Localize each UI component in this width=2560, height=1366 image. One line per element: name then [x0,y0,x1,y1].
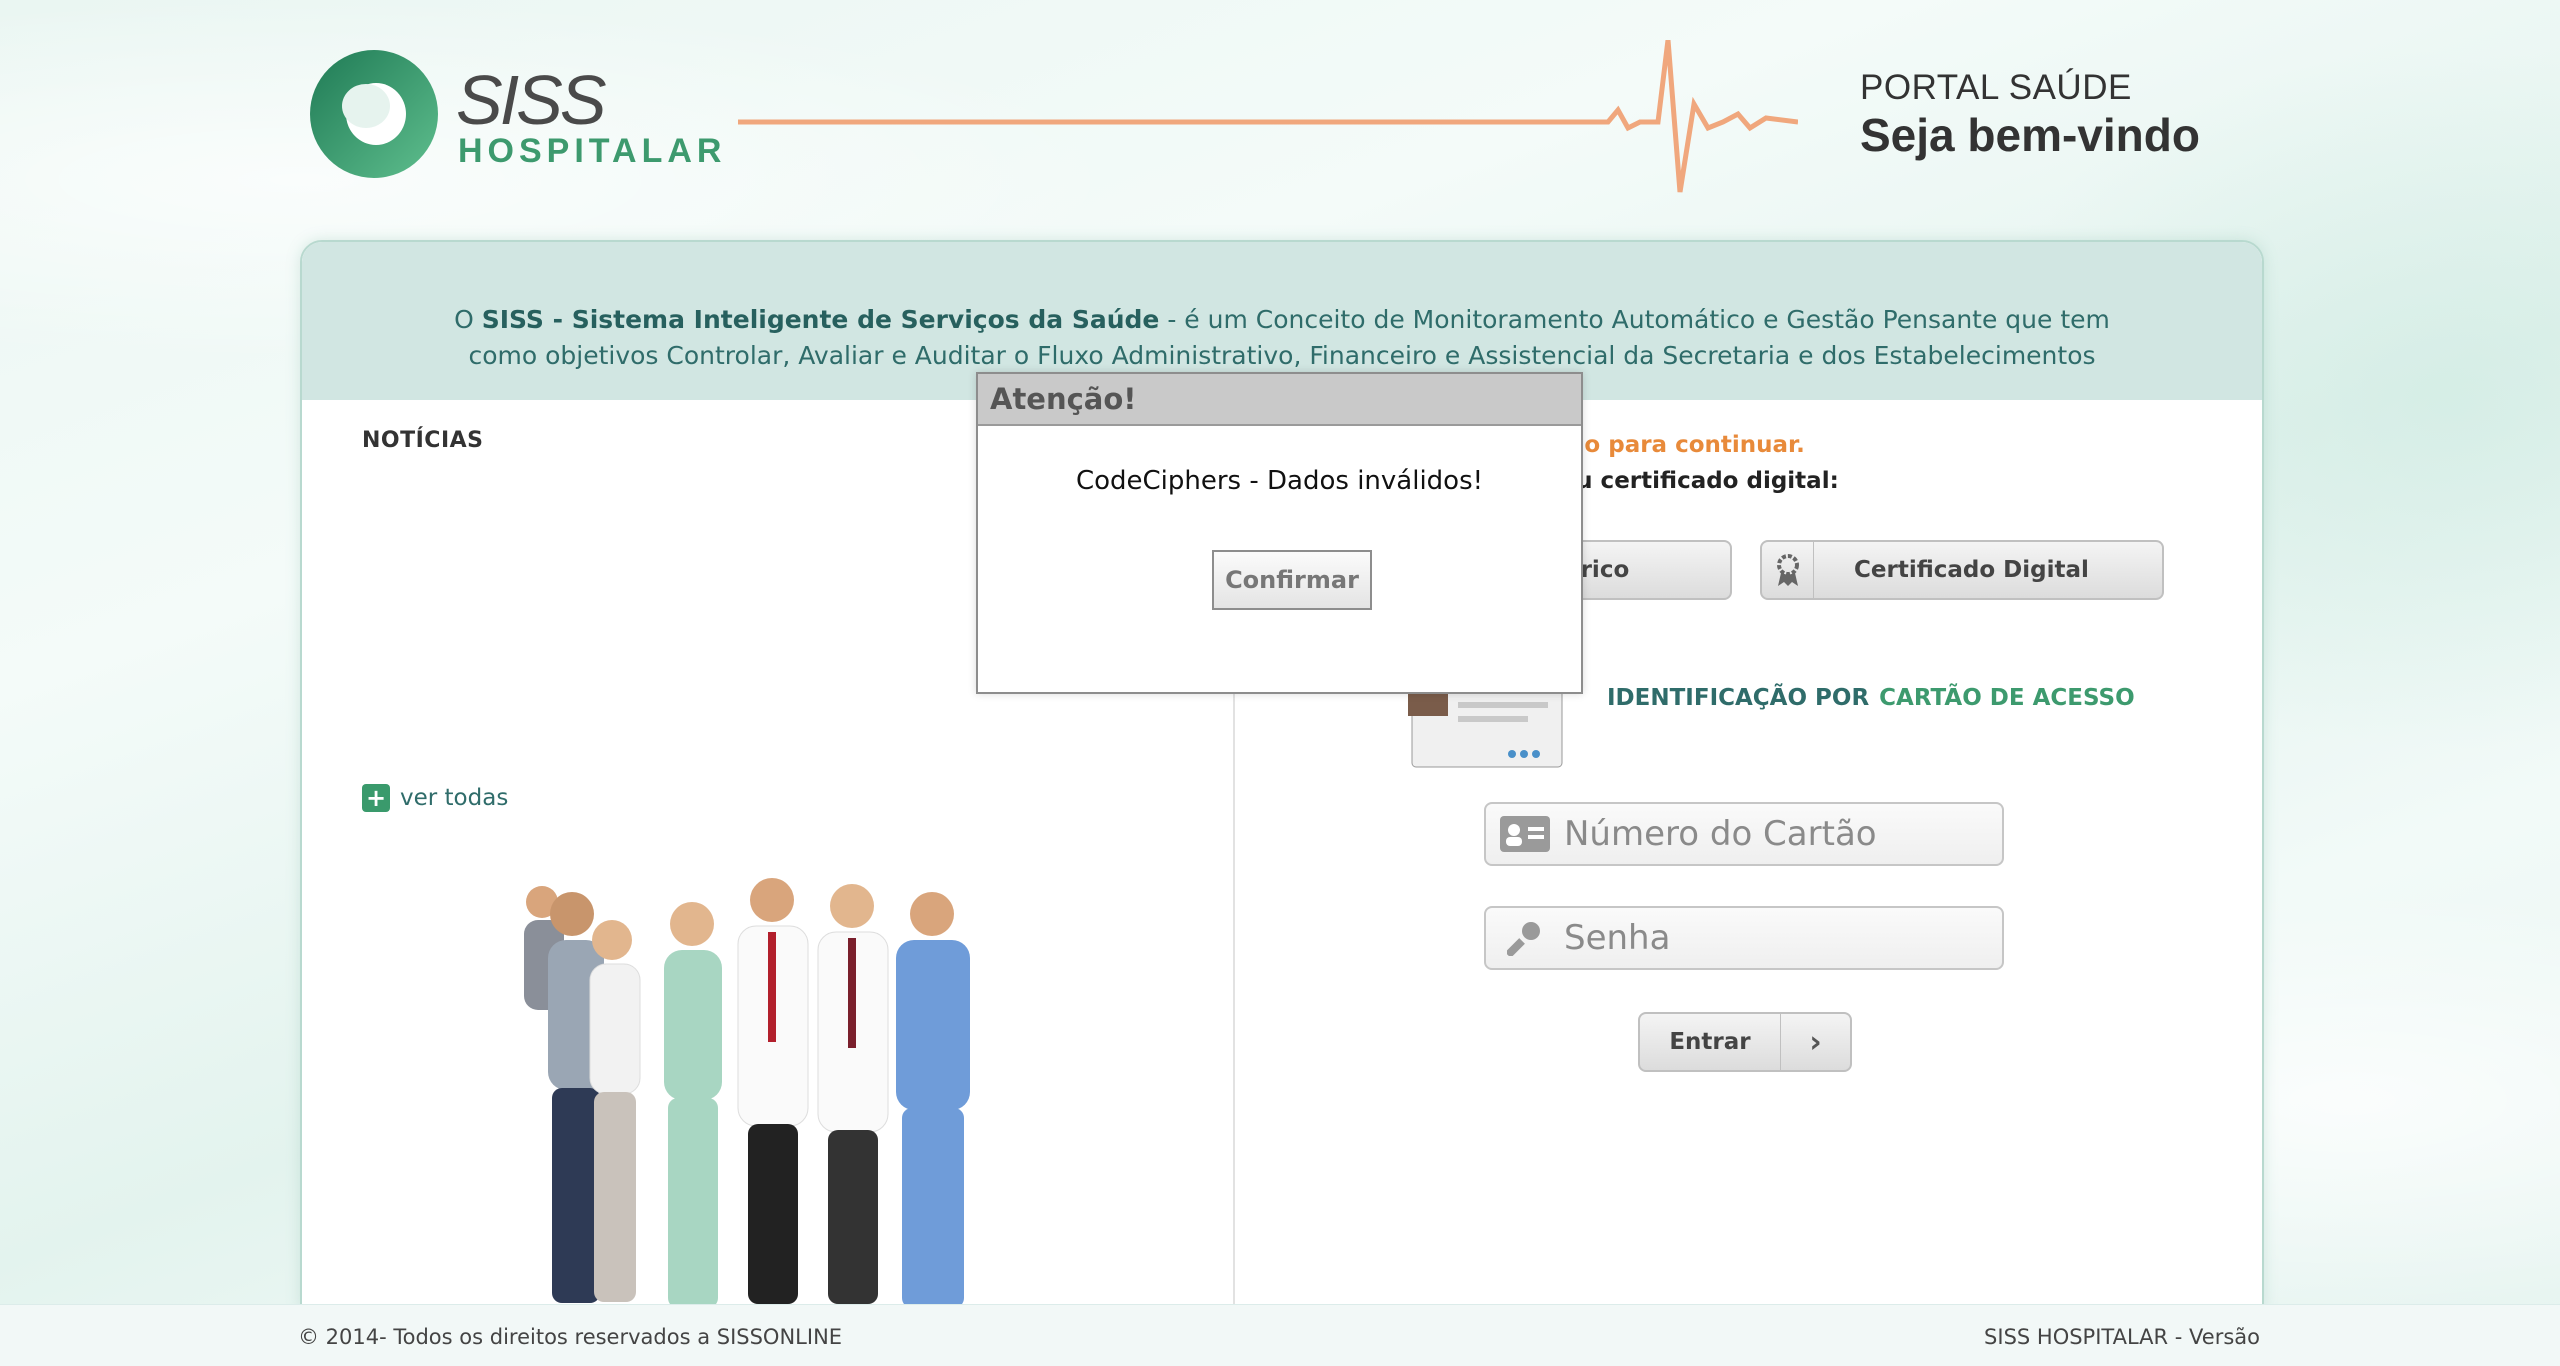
news-heading: NOTÍCIAS [362,428,484,453]
heartbeat-line-icon [738,40,1798,193]
key-icon [1486,920,1564,956]
person-doctor-1 [737,878,809,1304]
welcome-text: Seja bem-vindo [1860,109,2200,161]
logo-title: SISS [456,61,607,139]
intro-bold: SISS - Sistema Inteligente de Serviços d… [481,305,1160,334]
id-card-icon [1486,815,1564,853]
password-input[interactable] [1564,918,1984,958]
alert-dialog: Atenção! CodeCiphers - Dados inválidos! … [976,372,1583,694]
card-number-field[interactable] [1484,802,2004,866]
enter-button-label: Entrar [1669,1029,1751,1055]
logo-ring-icon [310,50,438,178]
certificate-button[interactable]: Certificado Digital [1760,540,2164,600]
card-number-input[interactable] [1564,814,1984,854]
person-family [524,886,641,1303]
version-text: SISS HOSPITALAR - Versão [1984,1325,2260,1349]
see-all-news-link[interactable]: + ver todas [362,784,508,812]
identification-label: IDENTIFICAÇÃO POR CARTÃO DE ACESSO [1607,685,2135,711]
dialog-title: Atenção! [978,374,1581,426]
identification-label-accent: CARTÃO DE ACESSO [1879,685,2135,711]
person-doctor-3 [896,892,970,1308]
plus-icon: + [362,784,390,812]
confirm-button[interactable]: Confirmar [1212,550,1372,610]
identification-label-prefix: IDENTIFICAÇÃO POR [1607,685,1870,711]
certificate-icon [1762,542,1814,598]
copyright-text: © 2014- Todos os direitos reservados a S… [298,1325,843,1349]
enter-button[interactable]: Entrar › [1638,1012,1852,1072]
see-all-label: ver todas [400,785,509,811]
siss-logo: SISS HOSPITALAR [308,48,748,183]
portal-title: PORTAL SAÚDE [1860,68,2132,107]
password-field[interactable] [1484,906,2004,970]
person-nurse [664,902,722,1308]
footer: © 2014- Todos os direitos reservados a S… [0,1304,2560,1366]
chevron-right-icon: › [1780,1014,1850,1070]
medical-team-image [524,878,970,1308]
certificate-button-label: Certificado Digital [1854,557,2089,583]
person-doctor-2 [817,884,889,1304]
intro-prefix: O [454,305,482,334]
logo-subtitle: HOSPITALAR [458,132,727,170]
dialog-message: CodeCiphers - Dados inválidos! [1075,466,1484,496]
